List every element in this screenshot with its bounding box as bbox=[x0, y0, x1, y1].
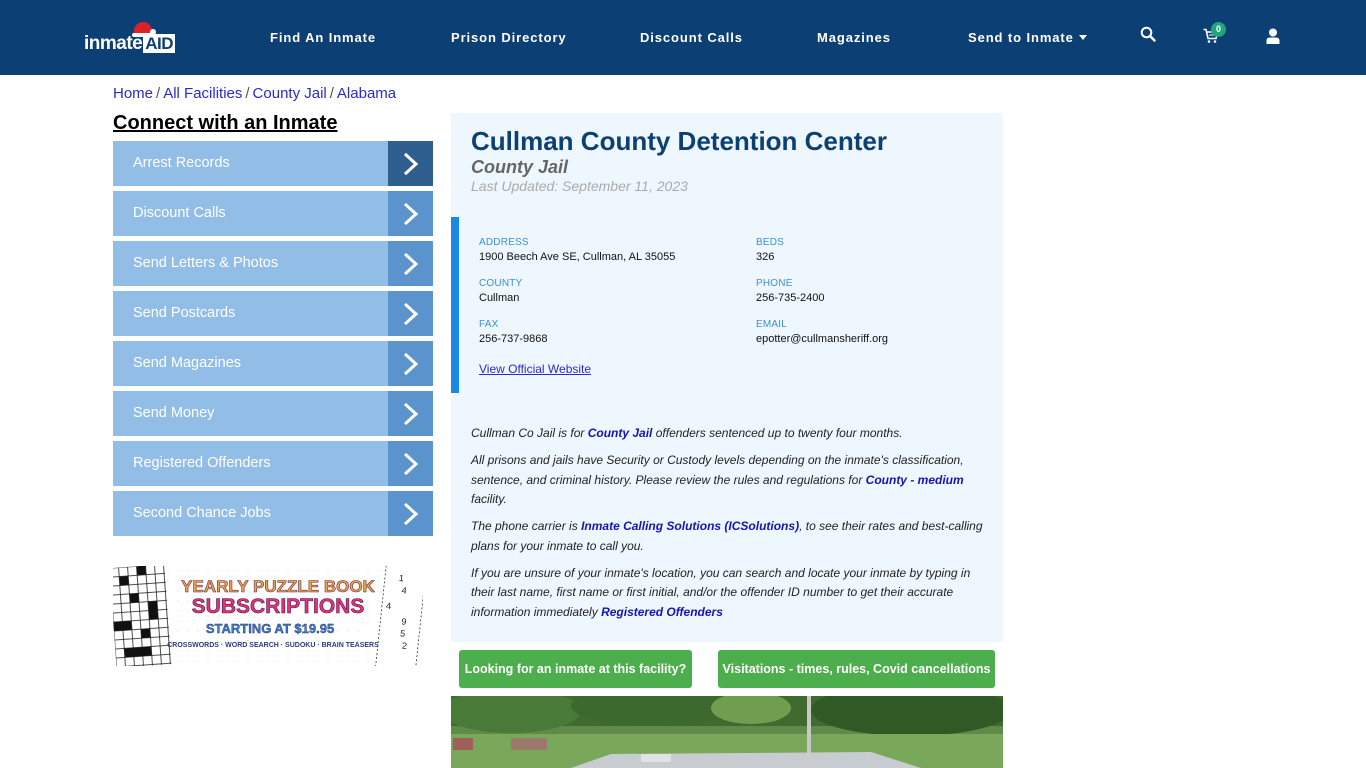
breadcrumb: Home / All Facilities / County Jail / Alabama bbox=[113, 85, 396, 102]
visitations-button[interactable]: Visitations - times, rules, Covid cancel… bbox=[718, 650, 995, 688]
phone-label: PHONE bbox=[756, 278, 793, 289]
email-label: EMAIL bbox=[756, 319, 788, 330]
facility-card: Cullman County Detention Center County J… bbox=[451, 113, 1003, 642]
sidebar-item-label: Arrest Records bbox=[133, 155, 230, 171]
chevron-right-icon bbox=[388, 391, 433, 436]
phone-field: PHONE 256-735-2400 bbox=[756, 278, 825, 304]
ad-line4: CROSSWORDS · WORD SEARCH · SUDOKU · BRAI… bbox=[167, 642, 379, 649]
county-label: COUNTY bbox=[479, 278, 523, 289]
icsolutions-link[interactable]: Inmate Calling Solutions (ICSolutions) bbox=[581, 519, 799, 533]
sidebar-item-arrest-records[interactable]: Arrest Records bbox=[113, 141, 433, 186]
breadcrumb-separator: / bbox=[156, 85, 161, 102]
sidebar-item-label: Registered Offenders bbox=[133, 455, 271, 471]
nav-discount-calls[interactable]: Discount Calls bbox=[640, 30, 743, 45]
search-icon[interactable] bbox=[1140, 26, 1160, 46]
county-value: Cullman bbox=[479, 292, 520, 304]
sidebar-item-registered-offenders[interactable]: Registered Offenders bbox=[113, 441, 433, 486]
sidebar-menu: Arrest Records Discount Calls Send Lette… bbox=[113, 141, 433, 541]
sidebar-item-send-letters-photos[interactable]: Send Letters & Photos bbox=[113, 241, 433, 286]
fax-value: 256-737-9868 bbox=[479, 333, 548, 345]
nav-prison-directory[interactable]: Prison Directory bbox=[451, 30, 567, 45]
top-navbar: inmate AID Find An Inmate Prison Director… bbox=[0, 0, 1366, 75]
sidebar-title: Connect with an Inmate bbox=[113, 112, 338, 134]
sidebar-item-send-money[interactable]: Send Money bbox=[113, 391, 433, 436]
description-text: Cullman Co Jail is for bbox=[471, 426, 588, 440]
phone-value: 256-735-2400 bbox=[756, 292, 825, 304]
user-icon[interactable] bbox=[1266, 28, 1286, 48]
svg-text:5: 5 bbox=[400, 628, 406, 638]
svg-text:9: 9 bbox=[401, 616, 407, 626]
county-jail-link[interactable]: County Jail bbox=[588, 426, 653, 440]
county-medium-link[interactable]: County - medium bbox=[866, 473, 964, 487]
chevron-right-icon bbox=[388, 191, 433, 236]
registered-offenders-link[interactable]: Registered Offenders bbox=[601, 605, 723, 619]
facility-name: Cullman County Detention Center bbox=[471, 126, 888, 156]
ad-line1: YEARLY PUZZLE BOOK bbox=[181, 577, 375, 596]
description-paragraph: If you are unsure of your inmate's locat… bbox=[471, 564, 991, 623]
view-official-website-link[interactable]: View Official Website bbox=[479, 362, 591, 376]
breadcrumb-separator: / bbox=[245, 85, 250, 102]
svg-text:4: 4 bbox=[385, 601, 391, 611]
breadcrumb-county-jail[interactable]: County Jail bbox=[253, 85, 327, 102]
chevron-right-icon bbox=[388, 291, 433, 336]
chevron-right-icon bbox=[388, 441, 433, 486]
breadcrumb-alabama[interactable]: Alabama bbox=[337, 85, 396, 102]
svg-text:2: 2 bbox=[401, 641, 407, 651]
cart-count-badge: 0 bbox=[1211, 22, 1226, 37]
description-text: offenders sentenced up to twenty four mo… bbox=[652, 426, 903, 440]
address-field: ADDRESS 1900 Beech Ave SE, Cullman, AL 3… bbox=[479, 237, 675, 263]
email-field: EMAIL epotter@cullmansheriff.org bbox=[756, 319, 888, 345]
svg-text:1: 1 bbox=[398, 573, 404, 583]
facility-type: County Jail bbox=[471, 157, 569, 177]
beds-field: BEDS 326 bbox=[756, 237, 784, 263]
chevron-right-icon bbox=[388, 141, 433, 186]
description-text: The phone carrier is bbox=[471, 519, 582, 533]
breadcrumb-separator: / bbox=[329, 85, 334, 102]
nav-find-an-inmate[interactable]: Find An Inmate bbox=[270, 30, 376, 45]
facility-description: Cullman Co Jail is for County Jail offen… bbox=[471, 424, 991, 630]
county-field: COUNTY Cullman bbox=[479, 278, 522, 304]
description-paragraph: Cullman Co Jail is for County Jail offen… bbox=[471, 424, 991, 444]
nav-send-to-inmate-label: Send to Inmate bbox=[968, 30, 1074, 45]
caret-down-icon bbox=[1078, 35, 1087, 40]
sidebar-item-label: Send Magazines bbox=[133, 355, 242, 371]
address-value: 1900 Beech Ave SE, Cullman, AL 35055 bbox=[479, 251, 676, 263]
sidebar-item-second-chance-jobs[interactable]: Second Chance Jobs bbox=[113, 491, 433, 536]
site-logo[interactable]: inmate AID bbox=[84, 22, 184, 56]
description-paragraph: The phone carrier is Inmate Calling Solu… bbox=[471, 517, 991, 556]
chevron-right-icon bbox=[388, 491, 433, 536]
breadcrumb-all-facilities[interactable]: All Facilities bbox=[163, 85, 242, 102]
breadcrumb-home[interactable]: Home bbox=[113, 85, 153, 102]
ad-line3: STARTING AT $19.95 bbox=[206, 621, 334, 636]
sidebar-item-send-postcards[interactable]: Send Postcards bbox=[113, 291, 433, 336]
svg-text:4: 4 bbox=[401, 585, 407, 595]
description-text: facility. bbox=[471, 492, 507, 506]
sidebar-item-label: Send Letters & Photos bbox=[133, 255, 279, 271]
sidebar-item-send-magazines[interactable]: Send Magazines bbox=[113, 341, 433, 386]
facility-photo bbox=[451, 696, 1003, 768]
chevron-right-icon bbox=[388, 241, 433, 286]
beds-value: 326 bbox=[756, 251, 775, 263]
facility-info-box: ADDRESS 1900 Beech Ave SE, Cullman, AL 3… bbox=[451, 217, 1003, 393]
find-inmate-at-facility-button[interactable]: Looking for an inmate at this facility? bbox=[459, 650, 692, 688]
beds-label: BEDS bbox=[756, 237, 785, 248]
chevron-right-icon bbox=[388, 341, 433, 386]
ad-line2: SUBSCRIPTIONS bbox=[192, 595, 365, 618]
logo-text: inmate AID bbox=[84, 33, 176, 54]
puzzle-book-ad-banner[interactable]: 1 4 4 9 5 2 YEARLY PUZZLE BOOK SUBSCRIPT… bbox=[113, 566, 423, 666]
description-paragraph: All prisons and jails have Security or C… bbox=[471, 451, 991, 510]
fax-field: FAX 256-737-9868 bbox=[479, 319, 548, 345]
sidebar-item-label: Send Postcards bbox=[133, 305, 236, 321]
sidebar-item-label: Discount Calls bbox=[133, 205, 226, 221]
nav-send-to-inmate[interactable]: Send to Inmate bbox=[968, 30, 1087, 45]
fax-label: FAX bbox=[479, 319, 499, 330]
nav-magazines[interactable]: Magazines bbox=[817, 30, 891, 45]
crossword-grid-graphic: 1 4 4 9 5 2 YEARLY PUZZLE BOOK SUBSCRIPT… bbox=[113, 566, 423, 666]
sidebar-item-label: Send Money bbox=[133, 405, 215, 421]
sidebar-item-discount-calls[interactable]: Discount Calls bbox=[113, 191, 433, 236]
email-value[interactable]: epotter@cullmansheriff.org bbox=[756, 333, 888, 345]
sidebar-item-label: Second Chance Jobs bbox=[133, 505, 271, 521]
last-updated: Last Updated: September 11, 2023 bbox=[471, 178, 688, 194]
address-label: ADDRESS bbox=[479, 237, 529, 248]
